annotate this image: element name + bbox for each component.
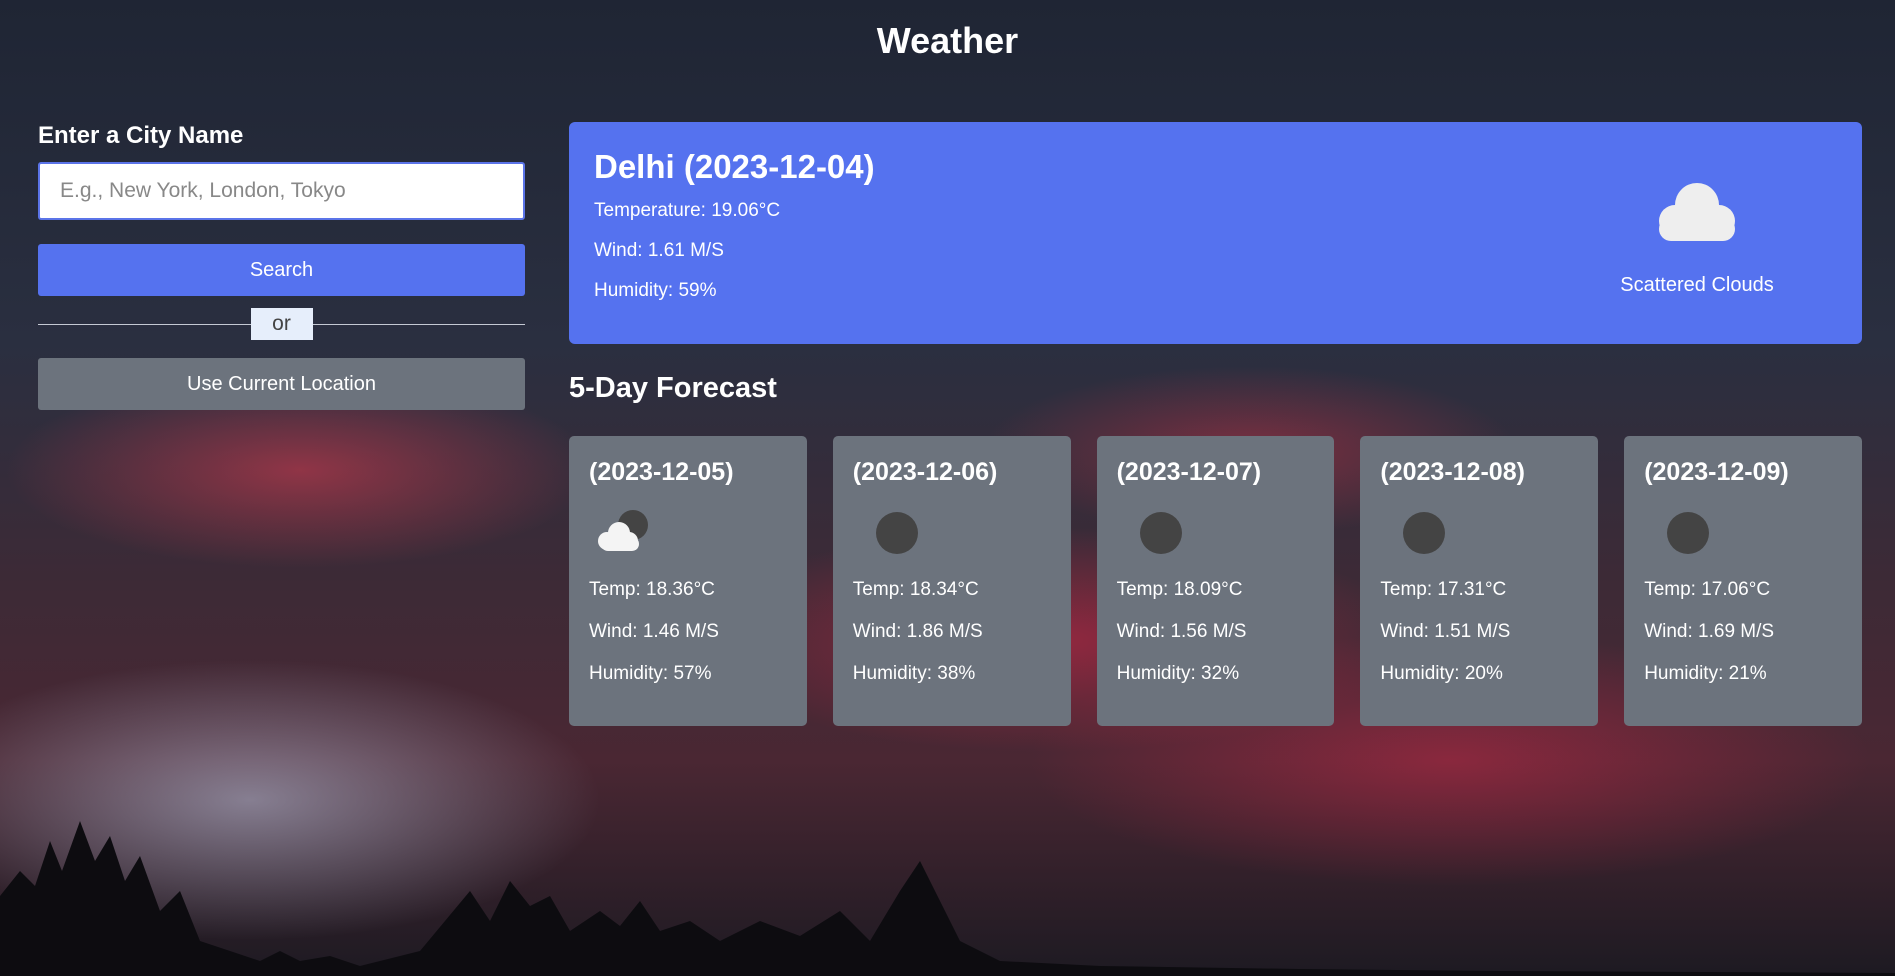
forecast-temp: Temp: 18.36°C (589, 579, 715, 600)
forecast-date: (2023-12-05) (589, 458, 734, 486)
or-label: or (250, 308, 313, 340)
cloud-moon-icon (589, 505, 787, 561)
forecast-card: (2023-12-06) Temp: 18.34°C Wind: 1.86 M/… (832, 436, 1071, 726)
forecast-wind: Wind: 1.86 M/S (852, 621, 983, 642)
moon-icon (1644, 505, 1842, 561)
forecast-wind: Wind: 1.56 M/S (1116, 621, 1247, 642)
page-title: Weather (876, 20, 1019, 61)
current-weather-card: Delhi (2023-12-04) Temperature: 19.06°C … (569, 122, 1862, 344)
forecast-humidity: Humidity: 32% (1116, 663, 1240, 684)
forecast-humidity: Humidity: 38% (852, 663, 976, 684)
forecast-humidity: Humidity: 57% (589, 663, 712, 684)
forecast-temp: Temp: 17.06°C (1644, 579, 1771, 600)
forecast-wind: Wind: 1.46 M/S (589, 621, 719, 642)
forecast-card: (2023-12-08) Temp: 17.31°C Wind: 1.51 M/… (1360, 436, 1599, 726)
forecast-humidity: Humidity: 20% (1380, 663, 1503, 684)
forecast-temp: Temp: 17.31°C (1380, 579, 1507, 600)
search-heading: Enter a City Name (38, 122, 244, 149)
forecast-temp: Temp: 18.09°C (1116, 579, 1243, 600)
forecast-humidity: Humidity: 21% (1644, 663, 1767, 684)
current-description: Scattered Clouds (1620, 274, 1774, 296)
moon-icon (1117, 505, 1315, 561)
city-search-input[interactable] (38, 162, 525, 220)
forecast-wind: Wind: 1.69 M/S (1644, 621, 1775, 642)
tree-silhouette-background (0, 821, 1895, 976)
forecast-temp: Temp: 18.34°C (852, 579, 979, 600)
forecast-title: 5-Day Forecast (569, 372, 777, 404)
forecast-card: (2023-12-05) Temp: 18.36°C Wind: 1.46 M/… (569, 436, 807, 726)
moon-icon (853, 505, 1051, 561)
forecast-card: (2023-12-07) Temp: 18.09°C Wind: 1.56 M/… (1096, 436, 1335, 726)
forecast-date: (2023-12-09) (1644, 458, 1789, 486)
cloud-icon (1642, 177, 1752, 252)
forecast-card: (2023-12-09) Temp: 17.06°C Wind: 1.69 M/… (1624, 436, 1862, 726)
forecast-date: (2023-12-06) (852, 458, 998, 486)
forecast-date: (2023-12-08) (1380, 458, 1525, 486)
moon-icon (1380, 505, 1578, 561)
search-panel: Enter a City Name Search or Use Current … (38, 122, 525, 410)
or-divider: or (38, 308, 525, 340)
forecast-cards: (2023-12-05) Temp: 18.36°C Wind: 1.46 M/… (569, 436, 1862, 726)
forecast-date: (2023-12-07) (1116, 458, 1262, 486)
search-button[interactable]: Search (38, 244, 525, 296)
use-current-location-button[interactable]: Use Current Location (38, 358, 525, 410)
forecast-wind: Wind: 1.51 M/S (1380, 621, 1511, 642)
